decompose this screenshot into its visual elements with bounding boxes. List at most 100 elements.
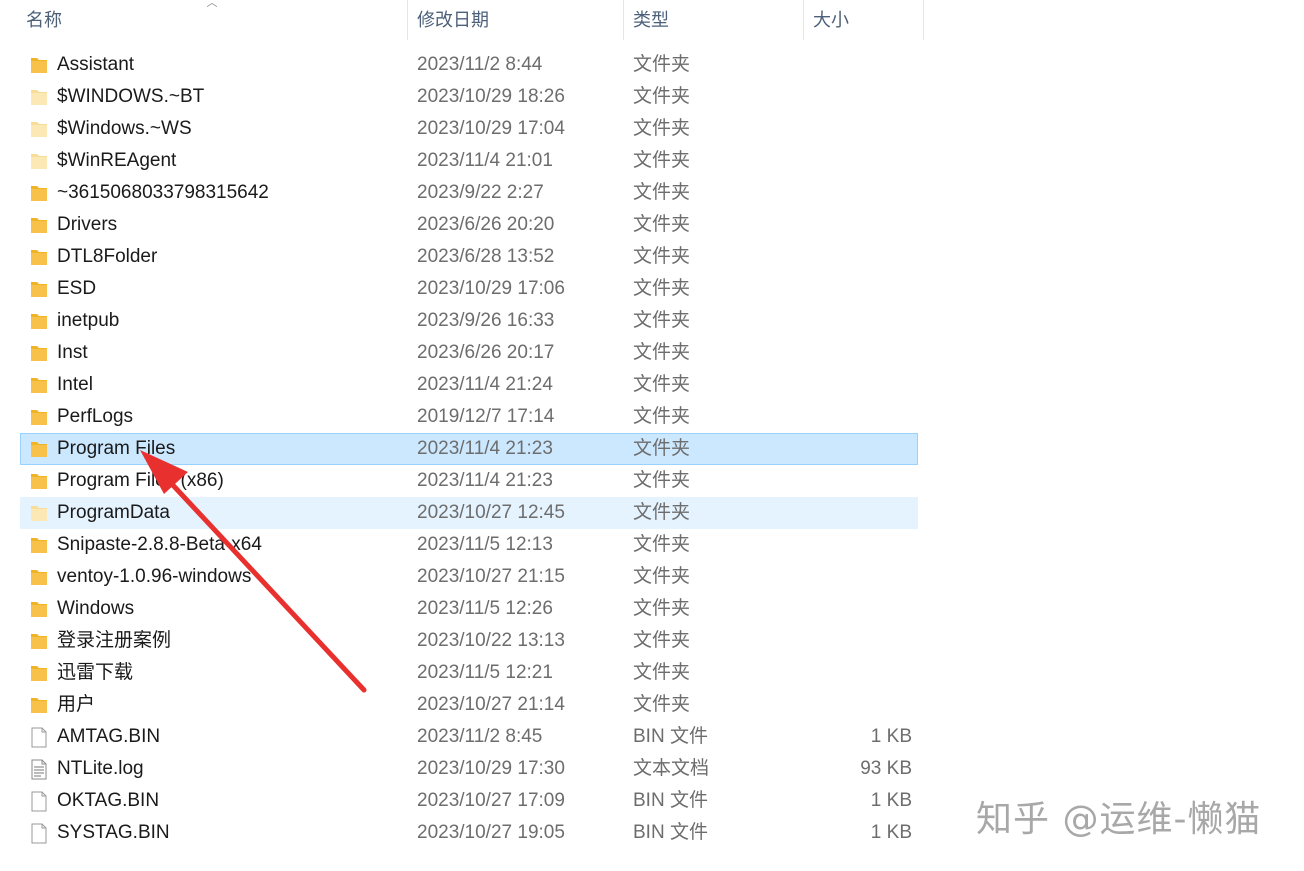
file-name: Drivers bbox=[57, 214, 118, 235]
file-type: 文件夹 bbox=[633, 534, 691, 555]
file-row[interactable]: Windows 2023/11/5 12:26 文件夹 bbox=[20, 593, 918, 625]
file-type: 文本文档 bbox=[633, 758, 710, 779]
file-name: Program Files bbox=[57, 438, 176, 459]
file-name: $WinREAgent bbox=[57, 150, 177, 171]
file-row[interactable]: Inst 2023/6/26 20:17 文件夹 bbox=[20, 337, 918, 369]
file-date: 2023/10/27 21:14 bbox=[417, 694, 565, 715]
file-date: 2023/9/26 16:33 bbox=[417, 310, 555, 331]
file-date: 2023/6/26 20:20 bbox=[417, 214, 555, 235]
folder-icon bbox=[28, 342, 50, 364]
file-name: inetpub bbox=[57, 310, 120, 331]
file-name: DTL8Folder bbox=[57, 246, 158, 267]
file-row[interactable]: Program Files 2023/11/4 21:23 文件夹 bbox=[20, 433, 918, 465]
folder-icon bbox=[28, 406, 50, 428]
file-name: ProgramData bbox=[57, 502, 170, 523]
file-name: Intel bbox=[57, 374, 93, 395]
file-name: Snipaste-2.8.8-Beta-x64 bbox=[57, 534, 262, 555]
file-date: 2023/10/27 21:15 bbox=[417, 566, 565, 587]
file-date: 2023/10/29 17:04 bbox=[417, 118, 565, 139]
file-row[interactable]: $WinREAgent 2023/11/4 21:01 文件夹 bbox=[20, 145, 918, 177]
file-row[interactable]: $WINDOWS.~BT 2023/10/29 18:26 文件夹 bbox=[20, 81, 918, 113]
file-date: 2023/11/4 21:23 bbox=[417, 470, 553, 491]
file-name: 用户 bbox=[57, 694, 96, 715]
file-date: 2023/11/2 8:44 bbox=[417, 54, 543, 75]
file-type: 文件夹 bbox=[633, 182, 691, 203]
file-row[interactable]: AMTAG.BIN 2023/11/2 8:45 BIN 文件 1 KB bbox=[20, 721, 918, 753]
file-name: ESD bbox=[57, 278, 97, 299]
file-date: 2023/11/5 12:13 bbox=[417, 534, 553, 555]
file-type: 文件夹 bbox=[633, 214, 691, 235]
file-type: BIN 文件 bbox=[633, 790, 708, 811]
file-name: Assistant bbox=[57, 54, 135, 75]
file-row[interactable]: ESD 2023/10/29 17:06 文件夹 bbox=[20, 273, 918, 305]
folder-icon bbox=[28, 438, 50, 460]
file-name: Windows bbox=[57, 598, 135, 619]
file-date: 2023/6/28 13:52 bbox=[417, 246, 555, 267]
file-name: SYSTAG.BIN bbox=[57, 822, 170, 843]
file-icon bbox=[28, 790, 50, 812]
column-header-date[interactable]: 修改日期 bbox=[408, 0, 624, 40]
column-header-name-label: 名称 bbox=[26, 10, 62, 30]
folder-icon bbox=[28, 566, 50, 588]
file-date: 2023/11/5 12:26 bbox=[417, 598, 553, 619]
file-date: 2023/10/29 17:30 bbox=[417, 758, 565, 779]
file-type: 文件夹 bbox=[633, 406, 691, 427]
column-header-size-label: 大小 bbox=[813, 10, 849, 30]
file-type: 文件夹 bbox=[633, 438, 691, 459]
file-row[interactable]: ~3615068033798315642 2023/9/22 2:27 文件夹 bbox=[20, 177, 918, 209]
file-name: Program Files (x86) bbox=[57, 470, 224, 491]
file-row[interactable]: Program Files (x86) 2023/11/4 21:23 文件夹 bbox=[20, 465, 918, 497]
file-row[interactable]: 迅雷下载 2023/11/5 12:21 文件夹 bbox=[20, 657, 918, 689]
file-date: 2023/10/27 17:09 bbox=[417, 790, 565, 811]
file-row[interactable]: 登录注册案例 2023/10/22 13:13 文件夹 bbox=[20, 625, 918, 657]
file-row[interactable]: 用户 2023/10/27 21:14 文件夹 bbox=[20, 689, 918, 721]
file-date: 2019/12/7 17:14 bbox=[417, 406, 555, 427]
file-name: 登录注册案例 bbox=[57, 630, 172, 651]
folder-icon bbox=[28, 278, 50, 300]
file-size: 1 KB bbox=[870, 790, 912, 811]
file-row[interactable]: Snipaste-2.8.8-Beta-x64 2023/11/5 12:13 文件… bbox=[20, 529, 918, 561]
file-date: 2023/10/27 19:05 bbox=[417, 822, 565, 843]
file-icon bbox=[28, 822, 50, 844]
column-header-size[interactable]: 大小 bbox=[804, 0, 924, 40]
file-row[interactable]: DTL8Folder 2023/6/28 13:52 文件夹 bbox=[20, 241, 918, 273]
file-date: 2023/10/29 17:06 bbox=[417, 278, 565, 299]
folder-icon bbox=[28, 534, 50, 556]
file-date: 2023/10/29 18:26 bbox=[417, 86, 565, 107]
file-name: AMTAG.BIN bbox=[57, 726, 161, 747]
file-name: ventoy-1.0.96-windows bbox=[57, 566, 252, 587]
folder-icon bbox=[28, 374, 50, 396]
file-name: ~3615068033798315642 bbox=[57, 182, 269, 203]
file-name: $Windows.~WS bbox=[57, 118, 192, 139]
folder-icon bbox=[28, 662, 50, 684]
folder-icon bbox=[28, 630, 50, 652]
file-row[interactable]: ProgramData 2023/10/27 12:45 文件夹 bbox=[20, 497, 918, 529]
column-header-type[interactable]: 类型 bbox=[624, 0, 804, 40]
file-date: 2023/6/26 20:17 bbox=[417, 342, 555, 363]
column-header-type-label: 类型 bbox=[633, 10, 669, 30]
column-header-date-label: 修改日期 bbox=[417, 10, 489, 30]
file-row[interactable]: OKTAG.BIN 2023/10/27 17:09 BIN 文件 1 KB bbox=[20, 785, 918, 817]
folder-icon bbox=[28, 470, 50, 492]
file-type: 文件夹 bbox=[633, 502, 691, 523]
file-row[interactable]: PerfLogs 2019/12/7 17:14 文件夹 bbox=[20, 401, 918, 433]
file-size: 1 KB bbox=[870, 726, 912, 747]
file-type: 文件夹 bbox=[633, 374, 691, 395]
file-row[interactable]: $Windows.~WS 2023/10/29 17:04 文件夹 bbox=[20, 113, 918, 145]
file-row[interactable]: Drivers 2023/6/26 20:20 文件夹 bbox=[20, 209, 918, 241]
file-row[interactable]: inetpub 2023/9/26 16:33 文件夹 bbox=[20, 305, 918, 337]
file-type: 文件夹 bbox=[633, 246, 691, 267]
file-row[interactable]: Assistant 2023/11/2 8:44 文件夹 bbox=[20, 49, 918, 81]
file-row[interactable]: ventoy-1.0.96-windows 2023/10/27 21:15 文件夹 bbox=[20, 561, 918, 593]
watermark-text: 知乎 @运维-懒猫 bbox=[976, 799, 1262, 840]
file-name: NTLite.log bbox=[57, 758, 144, 779]
file-row[interactable]: SYSTAG.BIN 2023/10/27 19:05 BIN 文件 1 KB bbox=[20, 817, 918, 849]
file-date: 2023/11/4 21:01 bbox=[417, 150, 553, 171]
file-row[interactable]: NTLite.log 2023/10/29 17:30 文本文档 93 KB bbox=[20, 753, 918, 785]
text-file-icon bbox=[28, 758, 50, 780]
file-date: 2023/11/4 21:23 bbox=[417, 438, 553, 459]
folder-icon bbox=[28, 246, 50, 268]
file-type: 文件夹 bbox=[633, 598, 691, 619]
file-row[interactable]: Intel 2023/11/4 21:24 文件夹 bbox=[20, 369, 918, 401]
file-date: 2023/11/5 12:21 bbox=[417, 662, 553, 683]
